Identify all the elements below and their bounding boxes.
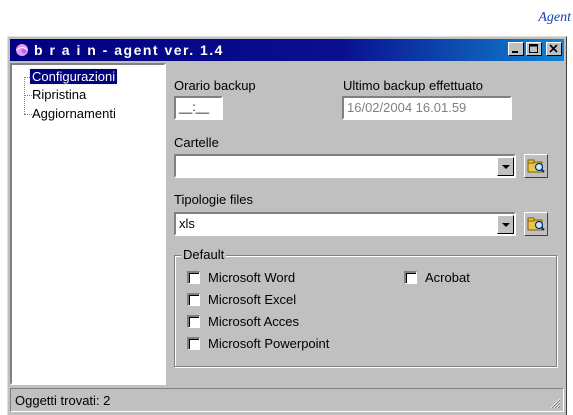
checkbox-box[interactable] <box>404 271 417 284</box>
checkbox-microsoft-acces[interactable]: Microsoft Acces <box>187 314 299 329</box>
corner-label: Agent <box>538 10 571 25</box>
checkbox-label: Acrobat <box>425 270 470 285</box>
checkbox-microsoft-excel[interactable]: Microsoft Excel <box>187 292 296 307</box>
checkbox-microsoft-word[interactable]: Microsoft Word <box>187 270 295 285</box>
close-icon <box>549 44 558 53</box>
maximize-icon <box>529 44 538 53</box>
default-group-legend: Default <box>181 247 227 262</box>
window-controls <box>508 42 562 56</box>
maximize-button[interactable] <box>526 42 542 56</box>
checkbox-acrobat[interactable]: Acrobat <box>404 270 470 285</box>
minimize-icon <box>512 51 518 53</box>
close-button[interactable] <box>546 42 562 56</box>
checkbox-label: Microsoft Word <box>208 270 296 285</box>
window-title: b r a i n - agent ver. 1.4 <box>34 42 224 58</box>
browse-folders-button[interactable] <box>524 154 548 178</box>
tree-item-ripristina[interactable]: Ripristina <box>30 87 88 102</box>
status-bar: Oggetti trovati: 2 <box>10 388 564 412</box>
tree-item-configurazioni[interactable]: Configurazioni <box>28 68 119 85</box>
status-text: Oggetti trovati: 2 <box>10 388 564 412</box>
checkbox-box[interactable] <box>187 337 200 350</box>
folders-select[interactable] <box>174 154 516 178</box>
backup-time-label: Orario backup <box>174 78 256 93</box>
last-backup-field: 16/02/2004 16.01.59 <box>342 96 512 120</box>
file-types-label: Tipologie files <box>174 192 254 207</box>
last-backup-label: Ultimo backup effettuato <box>343 78 483 93</box>
checkbox-box[interactable] <box>187 315 200 328</box>
resize-grip-icon[interactable] <box>549 397 561 409</box>
checkbox-microsoft-powerpoint[interactable]: Microsoft Powerpoint <box>187 336 329 351</box>
search-folder-icon <box>527 159 545 173</box>
folders-label: Cartelle <box>174 135 219 150</box>
browse-file-types-button[interactable] <box>524 212 548 236</box>
title-bar[interactable]: b r a i n - agent ver. 1.4 <box>10 39 564 61</box>
minimize-button[interactable] <box>508 42 524 56</box>
navigation-tree[interactable]: Configurazioni Ripristina Aggiornamenti <box>10 63 166 385</box>
file-types-dropdown-button[interactable] <box>497 215 514 234</box>
search-folder-icon <box>527 217 545 231</box>
app-window: b r a i n - agent ver. 1.4 Configurazion… <box>7 36 567 415</box>
file-types-select[interactable]: xls <box>174 212 516 236</box>
checkbox-label: Microsoft Acces <box>208 314 300 329</box>
tree-item-aggiornamenti[interactable]: Aggiornamenti <box>30 106 118 121</box>
folders-dropdown-button[interactable] <box>497 157 514 176</box>
default-groupbox: Default Microsoft Word Microsoft Excel M… <box>174 247 557 367</box>
checkbox-box[interactable] <box>187 293 200 306</box>
brain-app-icon <box>16 44 28 56</box>
backup-time-input[interactable]: __:__ <box>174 96 223 120</box>
checkbox-label: Microsoft Powerpoint <box>208 336 330 351</box>
checkbox-label: Microsoft Excel <box>208 292 297 307</box>
checkbox-box[interactable] <box>187 271 200 284</box>
